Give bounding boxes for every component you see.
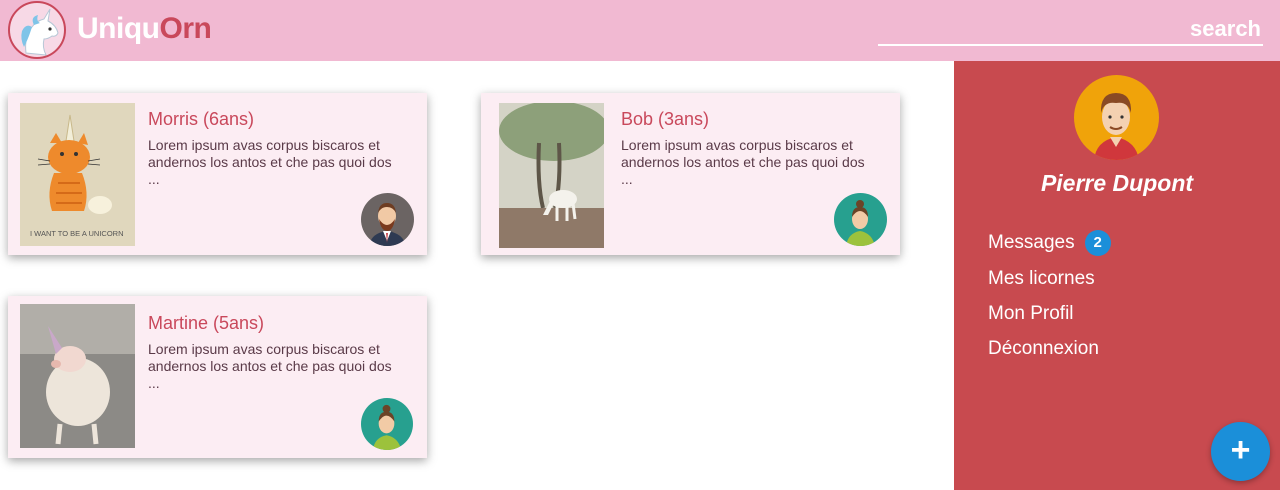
sidebar-item-label: Mon Profil [988,302,1074,324]
sidebar-item-messages[interactable]: Messages 2 [988,225,1111,260]
unicorn-logo-icon[interactable] [8,1,66,59]
profile-avatar-icon[interactable] [1074,75,1159,160]
unicorn-description: Lorem ipsum avas corpus biscaros et ande… [148,137,392,187]
unicorn-card-bob[interactable]: Bob (3ans) Lorem ipsum avas corpus bisca… [481,93,900,255]
unicorn-name[interactable]: Morris (6ans) [148,109,254,130]
sidebar-item-label: Messages [988,231,1075,253]
add-unicorn-button[interactable]: + [1211,422,1270,481]
sidebar-item-mes-licornes[interactable]: Mes licornes [988,261,1111,296]
sidebar-item-mon-profil[interactable]: Mon Profil [988,296,1111,331]
app-header: UniquOrn [0,0,1280,61]
unicorn-description: Lorem ipsum avas corpus biscaros et ande… [621,137,865,187]
owner-avatar-woman-icon[interactable] [361,398,413,450]
unicorn-photo-morris: I WANT TO BE A UNICORN [20,103,135,246]
sidebar-menu: Messages 2 Mes licornes Mon Profil Décon… [988,225,1111,366]
unicorn-card-morris[interactable]: I WANT TO BE A UNICORN Morris (6ans) Lor… [8,93,427,255]
profile-user-name: Pierre Dupont [1040,170,1194,196]
messages-count-badge: 2 [1084,229,1111,256]
sidebar-item-label: Déconnexion [988,337,1099,359]
photo-caption-text: I WANT TO BE A UNICORN [30,229,124,238]
brand-name-part1: Uniqu [77,12,160,45]
unicorn-card-martine[interactable]: Martine (5ans) Lorem ipsum avas corpus b… [8,296,427,458]
unicorn-photo-martine [20,304,135,448]
unicorn-description: Lorem ipsum avas corpus biscaros et ande… [148,341,392,391]
unicorn-name[interactable]: Martine (5ans) [148,313,264,334]
unicorn-name[interactable]: Bob (3ans) [621,109,709,130]
sidebar-item-deconnexion[interactable]: Déconnexion [988,331,1111,366]
brand-name-part2: Orn [159,12,212,45]
sidebar-item-label: Mes licornes [988,267,1095,289]
owner-avatar-bearded-man-icon[interactable] [361,193,414,246]
owner-avatar-woman-icon[interactable] [834,193,887,246]
brand-name[interactable]: UniquOrn [77,12,212,46]
search-input[interactable] [878,14,1263,46]
unicorn-photo-bob [499,103,604,248]
